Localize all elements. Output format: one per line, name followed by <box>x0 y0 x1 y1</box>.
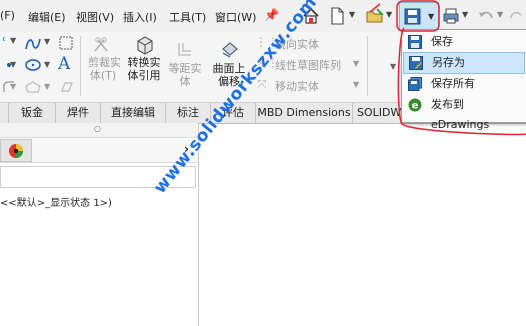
open-annotation-stroke <box>369 3 381 13</box>
dropdown-highlight <box>397 27 526 136</box>
save-button-highlight <box>396 0 440 32</box>
annotation-overlay <box>369 0 526 136</box>
